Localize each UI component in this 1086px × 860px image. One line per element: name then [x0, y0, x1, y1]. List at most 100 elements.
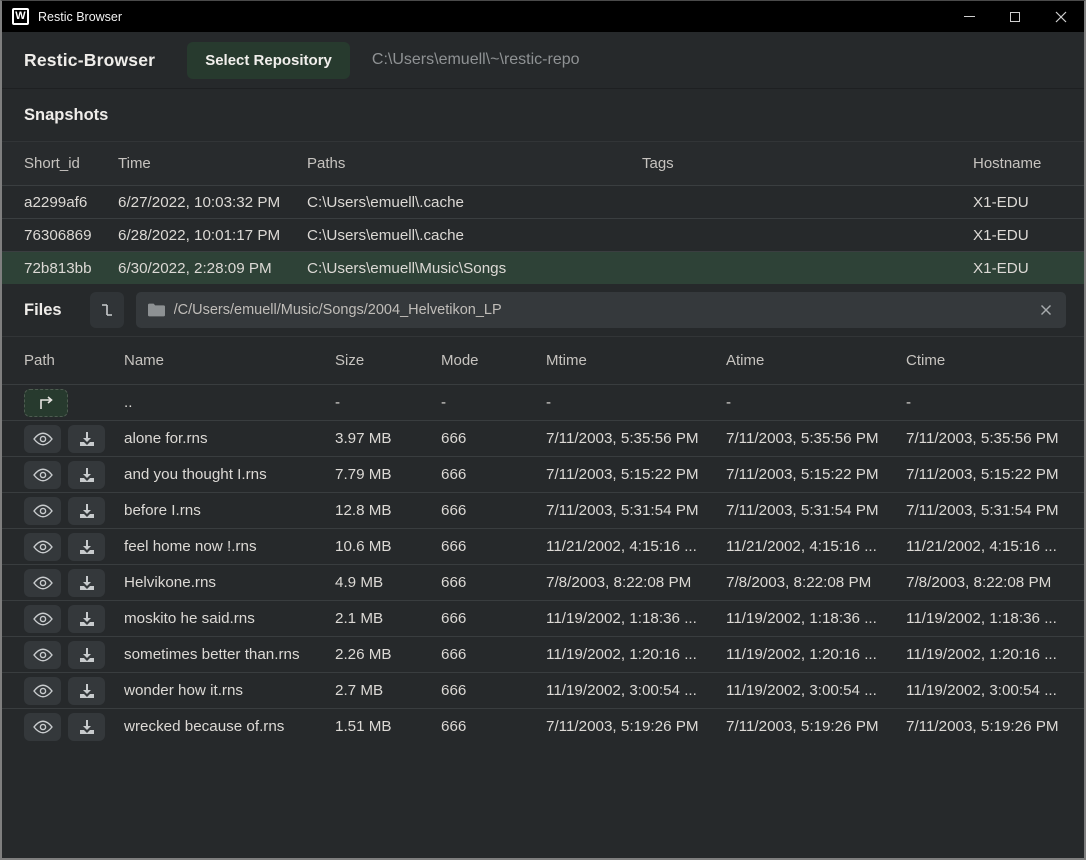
file-name: ..: [124, 394, 335, 411]
file-mtime: -: [546, 394, 726, 411]
download-icon: [79, 683, 95, 699]
snapshot-short-id: 76306869: [24, 227, 118, 244]
file-row[interactable]: Helvikone.rns 4.9 MB 666 7/8/2003, 8:22:…: [2, 564, 1084, 600]
file-row[interactable]: wonder how it.rns 2.7 MB 666 11/19/2002,…: [2, 672, 1084, 708]
path-root-button[interactable]: [90, 292, 124, 328]
files-path-value: /C/Users/emuell/Music/Songs/2004_Helveti…: [174, 302, 1038, 318]
file-mode: 666: [441, 610, 546, 627]
snapshot-paths: C:\Users\emuell\.cache: [307, 227, 642, 244]
snapshot-hostname: X1-EDU: [973, 227, 1084, 244]
file-row[interactable]: and you thought I.rns 7.79 MB 666 7/11/2…: [2, 456, 1084, 492]
preview-file-button[interactable]: [24, 641, 61, 669]
download-file-button[interactable]: [68, 425, 105, 453]
download-file-button[interactable]: [68, 533, 105, 561]
file-row[interactable]: wrecked because of.rns 1.51 MB 666 7/11/…: [2, 708, 1084, 744]
file-atime: 7/11/2003, 5:19:26 PM: [726, 718, 906, 735]
snapshot-hostname: X1-EDU: [973, 194, 1084, 211]
file-mtime: 11/19/2002, 1:18:36 ...: [546, 610, 726, 627]
preview-file-button[interactable]: [24, 533, 61, 561]
preview-file-button[interactable]: [24, 425, 61, 453]
file-mtime: 7/11/2003, 5:15:22 PM: [546, 466, 726, 483]
minimize-button[interactable]: [946, 1, 992, 32]
file-name: and you thought I.rns: [124, 466, 335, 483]
snapshot-row-selected[interactable]: 72b813bb 6/30/2022, 2:28:09 PM C:\Users\…: [2, 251, 1084, 284]
column-hostname: Hostname: [973, 155, 1084, 172]
file-name: wrecked because of.rns: [124, 718, 335, 735]
preview-file-button[interactable]: [24, 497, 61, 525]
maximize-button[interactable]: [992, 1, 1038, 32]
path-root-icon: [98, 301, 116, 319]
preview-file-button[interactable]: [24, 713, 61, 741]
file-mode: 666: [441, 466, 546, 483]
file-mtime: 7/8/2003, 8:22:08 PM: [546, 574, 726, 591]
file-name: moskito he said.rns: [124, 610, 335, 627]
maximize-icon: [1010, 12, 1020, 22]
download-file-button[interactable]: [68, 677, 105, 705]
download-icon: [79, 503, 95, 519]
eye-icon: [33, 540, 53, 554]
go-to-parent-button[interactable]: [24, 389, 68, 417]
download-file-button[interactable]: [68, 461, 105, 489]
up-right-arrow-icon: [37, 396, 55, 410]
eye-icon: [33, 612, 53, 626]
preview-file-button[interactable]: [24, 461, 61, 489]
file-mtime: 11/19/2002, 3:00:54 ...: [546, 682, 726, 699]
download-icon: [79, 431, 95, 447]
files-heading: Files: [24, 301, 62, 320]
file-name: wonder how it.rns: [124, 682, 335, 699]
close-button[interactable]: [1038, 1, 1084, 32]
files-path-input[interactable]: /C/Users/emuell/Music/Songs/2004_Helveti…: [136, 292, 1066, 328]
file-ctime: 7/11/2003, 5:31:54 PM: [906, 502, 1084, 519]
parent-directory-row[interactable]: .. - - - - -: [2, 384, 1084, 420]
file-ctime: 11/19/2002, 1:20:16 ...: [906, 646, 1084, 663]
download-icon: [79, 611, 95, 627]
close-icon: [1055, 11, 1067, 23]
file-row[interactable]: alone for.rns 3.97 MB 666 7/11/2003, 5:3…: [2, 420, 1084, 456]
preview-file-button[interactable]: [24, 569, 61, 597]
file-mode: 666: [441, 574, 546, 591]
app-name: Restic-Browser: [24, 50, 155, 71]
snapshot-time: 6/30/2022, 2:28:09 PM: [118, 260, 307, 277]
preview-file-button[interactable]: [24, 605, 61, 633]
snapshot-row[interactable]: 76306869 6/28/2022, 10:01:17 PM C:\Users…: [2, 218, 1084, 251]
snapshot-row[interactable]: a2299af6 6/27/2022, 10:03:32 PM C:\Users…: [2, 185, 1084, 218]
snapshots-table-header: Short_id Time Paths Tags Hostname: [2, 141, 1084, 185]
file-atime: 7/11/2003, 5:35:56 PM: [726, 430, 906, 447]
eye-icon: [33, 432, 53, 446]
file-row[interactable]: moskito he said.rns 2.1 MB 666 11/19/200…: [2, 600, 1084, 636]
snapshot-time: 6/27/2022, 10:03:32 PM: [118, 194, 307, 211]
file-row[interactable]: before I.rns 12.8 MB 666 7/11/2003, 5:31…: [2, 492, 1084, 528]
clear-path-icon: [1040, 304, 1052, 316]
download-file-button[interactable]: [68, 605, 105, 633]
file-row[interactable]: feel home now !.rns 10.6 MB 666 11/21/20…: [2, 528, 1084, 564]
select-repository-button[interactable]: Select Repository: [187, 42, 350, 79]
file-size: 10.6 MB: [335, 538, 441, 555]
file-ctime: 7/11/2003, 5:15:22 PM: [906, 466, 1084, 483]
file-mode: 666: [441, 682, 546, 699]
file-atime: 7/11/2003, 5:15:22 PM: [726, 466, 906, 483]
file-name: feel home now !.rns: [124, 538, 335, 555]
download-file-button[interactable]: [68, 641, 105, 669]
snapshot-paths: C:\Users\emuell\Music\Songs: [307, 260, 642, 277]
file-ctime: 7/11/2003, 5:35:56 PM: [906, 430, 1084, 447]
preview-file-button[interactable]: [24, 677, 61, 705]
titlebar: W Restic Browser: [2, 1, 1084, 32]
download-file-button[interactable]: [68, 569, 105, 597]
file-mode: 666: [441, 430, 546, 447]
download-file-button[interactable]: [68, 497, 105, 525]
file-atime: 11/21/2002, 4:15:16 ...: [726, 538, 906, 555]
file-size: 2.26 MB: [335, 646, 441, 663]
file-mode: 666: [441, 502, 546, 519]
file-ctime: 11/19/2002, 3:00:54 ...: [906, 682, 1084, 699]
column-atime: Atime: [726, 352, 906, 369]
file-atime: 11/19/2002, 1:18:36 ...: [726, 610, 906, 627]
column-size: Size: [335, 352, 441, 369]
download-file-button[interactable]: [68, 713, 105, 741]
column-name: Name: [124, 352, 335, 369]
file-atime: 11/19/2002, 3:00:54 ...: [726, 682, 906, 699]
file-ctime: -: [906, 394, 1084, 411]
file-row[interactable]: sometimes better than.rns 2.26 MB 666 11…: [2, 636, 1084, 672]
clear-path-button[interactable]: [1038, 302, 1054, 318]
file-name: sometimes better than.rns: [124, 646, 335, 663]
column-path: Path: [24, 352, 124, 369]
